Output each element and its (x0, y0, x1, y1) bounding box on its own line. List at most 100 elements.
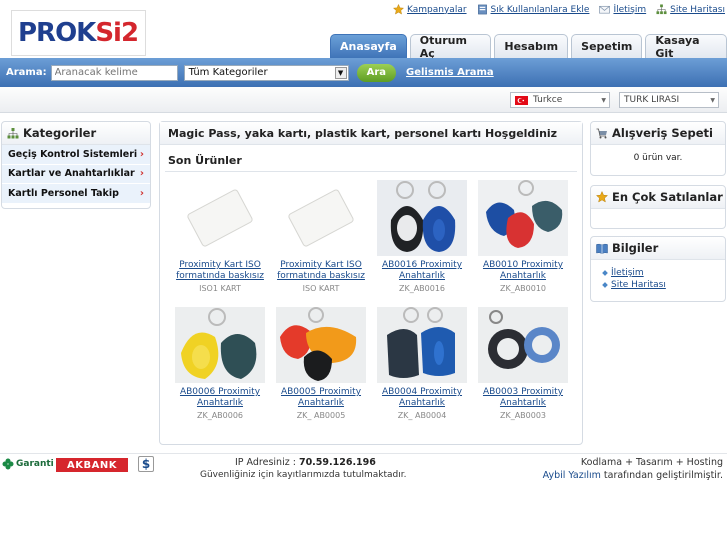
dollar-icon: $ (138, 456, 154, 472)
contact-label: İletişim (613, 4, 647, 15)
category-select[interactable]: Tüm Kategoriler ▼ (183, 64, 349, 81)
sitemap-link[interactable]: Site Haritası (656, 4, 725, 15)
sidebar-item-cards-keyfobs[interactable]: Kartlar ve Anahtarlıklar › (2, 164, 150, 184)
developer-link[interactable]: Aybil Yazılım (543, 470, 601, 481)
campaigns-label: Kampanyalar (407, 4, 467, 15)
product-name-link[interactable]: AB0006 Proximity Anahtarlık (172, 387, 268, 409)
search-bar: Arama: Tüm Kategoriler ▼ Ara Gelismis Ar… (0, 58, 727, 87)
ip-value: 70.59.126.196 (298, 457, 376, 468)
cart-icon (596, 128, 607, 138)
garanti-label: Garanti (16, 459, 54, 469)
credit-line-2: Aybil Yazılım tarafından geliştirilmişti… (543, 470, 723, 481)
language-select[interactable]: Turkce ▼ (510, 92, 610, 108)
sidebar-item-label: Geçiş Kontrol Sistemleri (8, 148, 138, 160)
product-card[interactable]: Proximity Kart ISO formatında baskısız I… (273, 180, 369, 293)
product-image[interactable] (276, 307, 366, 383)
bestsellers-panel: En Çok Satılanlar (590, 185, 726, 229)
chevron-down-icon: ▼ (710, 97, 715, 104)
main-panel: Magic Pass, yaka kartı, plastik kart, pe… (159, 121, 583, 445)
credit-suffix: tarafından geliştirilmiştir. (603, 470, 723, 481)
product-code: ZK_ AB0004 (397, 411, 447, 420)
product-code: ZK_AB0003 (499, 411, 547, 420)
sidebar-item-label: Kartlar ve Anahtarlıklar (8, 168, 135, 180)
bestsellers-header: En Çok Satılanlar (591, 186, 725, 209)
product-card[interactable]: AB0016 Proximity Anahtarlık ZK_AB0016 (374, 180, 470, 293)
currency-select[interactable]: TURK LIRASI ▼ (619, 92, 719, 108)
product-name-link[interactable]: AB0003 Proximity Anahtarlık (475, 387, 571, 409)
star-icon (393, 4, 405, 15)
bullet-icon (602, 270, 608, 276)
ip-label: IP Adresiniz : (235, 457, 296, 468)
bestsellers-title: En Çok Satılanlar (612, 190, 723, 204)
chevron-right-icon: › (139, 148, 144, 160)
mail-icon (599, 5, 611, 14)
sidebar-item-label: Kartlı Personel Takip (8, 187, 119, 199)
product-name-link[interactable]: AB0016 Proximity Anahtarlık (374, 260, 470, 282)
categories-title: Kategoriler (23, 126, 97, 140)
clover-icon (2, 458, 14, 470)
welcome-title: Magic Pass, yaka kartı, plastik kart, pe… (160, 122, 582, 145)
security-note: Güvenliğiniz için kayıtlarımızda tutulma… (200, 470, 407, 480)
category-select-value: Tüm Kategoriler (188, 66, 268, 78)
chevron-right-icon: › (139, 168, 144, 180)
product-card[interactable]: AB0006 Proximity Anahtarlık ZK_AB0006 (172, 307, 268, 420)
info-link-sitemap[interactable]: Site Haritası (591, 279, 725, 291)
product-card[interactable]: Proximity Kart ISO formatında baskısız I… (172, 180, 268, 293)
akbank-logo: AKBANK (56, 458, 128, 472)
product-image[interactable] (175, 307, 265, 383)
info-panel: Bilgiler İletişim Site Haritası (590, 236, 726, 302)
campaigns-link[interactable]: Kampanyalar (393, 4, 467, 15)
cart-title: Alışveriş Sepeti (612, 126, 713, 140)
main-tabs: Anasayfa Oturum Aç Hesabım Sepetim Kasay… (330, 34, 727, 60)
search-input[interactable] (50, 64, 178, 81)
tab-login[interactable]: Oturum Aç (409, 34, 492, 60)
product-code: ZK_AB0010 (499, 284, 547, 293)
info-link-label: Site Haritası (611, 280, 666, 290)
tab-checkout[interactable]: Kasaya Git (645, 34, 727, 60)
product-image[interactable] (377, 180, 467, 256)
product-name-link[interactable]: AB0010 Proximity Anahtarlık (475, 260, 571, 282)
sidebar-item-staff-tracking[interactable]: Kartlı Personel Takip › (2, 184, 150, 204)
bookmark-link[interactable]: Sık Kullanılanlara Ekle (477, 4, 589, 15)
advanced-search-link[interactable]: Gelismis Arama (406, 67, 494, 78)
cart-header: Alışveriş Sepeti (591, 122, 725, 145)
product-name-link[interactable]: AB0004 Proximity Anahtarlık (374, 387, 470, 409)
product-image[interactable] (175, 180, 265, 256)
top-links: Kampanyalar Sık Kullanılanlara Ekle İlet… (393, 4, 725, 15)
product-name-link[interactable]: Proximity Kart ISO formatında baskısız (172, 260, 268, 282)
product-code: ZK_ AB0005 (296, 411, 346, 420)
product-name-link[interactable]: AB0005 Proximity Anahtarlık (273, 387, 369, 409)
turkey-flag-icon (515, 96, 528, 105)
product-card[interactable]: AB0010 Proximity Anahtarlık ZK_AB0010 (475, 180, 571, 293)
bullet-icon (602, 282, 608, 288)
categories-panel: Kategoriler Geçiş Kontrol Sistemleri › Ka… (1, 121, 151, 209)
product-card[interactable]: AB0005 Proximity Anahtarlık ZK_ AB0005 (273, 307, 369, 420)
product-card[interactable]: AB0004 Proximity Anahtarlık ZK_ AB0004 (374, 307, 470, 420)
info-link-contact[interactable]: İletişim (591, 267, 725, 279)
product-card[interactable]: AB0003 Proximity Anahtarlık ZK_AB0003 (475, 307, 571, 420)
product-image[interactable] (478, 307, 568, 383)
product-image[interactable] (478, 180, 568, 256)
garanti-logo: Garanti (2, 458, 54, 470)
star-icon (596, 191, 608, 203)
sidebar-item-access-control[interactable]: Geçiş Kontrol Sistemleri › (2, 145, 150, 165)
book-icon (596, 243, 608, 254)
tab-account[interactable]: Hesabım (494, 34, 569, 58)
product-code: ISO KART (302, 284, 340, 293)
bookmark-icon (477, 4, 487, 15)
product-name-link[interactable]: Proximity Kart ISO formatında baskısız (273, 260, 369, 282)
latest-products-title: Son Ürünler (168, 154, 242, 167)
sitemap-icon (7, 127, 19, 138)
tab-home[interactable]: Anasayfa (330, 34, 407, 58)
site-logo[interactable]: PROK Si2 (11, 10, 146, 56)
currency-value: TURK LIRASI (624, 95, 680, 105)
product-image[interactable] (276, 180, 366, 256)
info-header: Bilgiler (591, 237, 725, 260)
product-code: ZK_AB0006 (196, 411, 244, 420)
sitemap-label: Site Haritası (670, 4, 725, 15)
contact-link[interactable]: İletişim (599, 4, 646, 15)
sitemap-icon (656, 4, 667, 15)
product-image[interactable] (377, 307, 467, 383)
search-button[interactable]: Ara (356, 63, 397, 82)
tab-cart[interactable]: Sepetim (571, 34, 643, 58)
